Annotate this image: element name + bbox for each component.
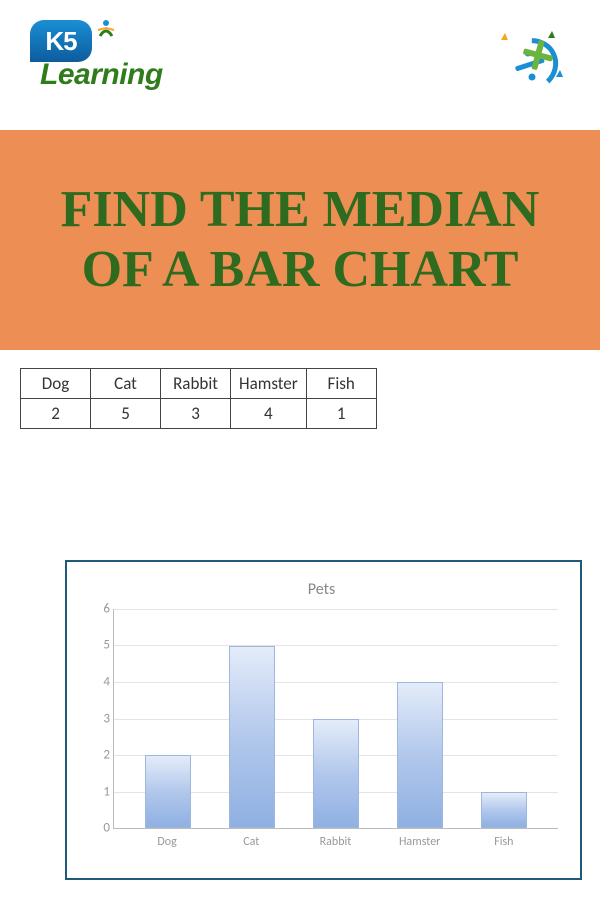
chart-title: Pets (85, 580, 558, 599)
table-value-cell: 1 (306, 398, 376, 428)
chart-bars (114, 609, 558, 828)
table-header-row: Dog Cat Rabbit Hamster Fish (21, 368, 377, 398)
chart-y-tick: 0 (92, 821, 110, 836)
table-value-row: 2 5 3 4 1 (21, 398, 377, 428)
person-icon (94, 18, 118, 42)
chart-bar (481, 792, 527, 828)
k5-badge: K5 (30, 20, 92, 62)
title-banner: FIND THE MEDIAN OF A BAR CHART (0, 130, 600, 350)
chart-x-label: Cat (228, 835, 274, 849)
chart-y-tick: 4 (92, 674, 110, 689)
table-value-cell: 5 (91, 398, 161, 428)
chart-y-tick: 3 (92, 711, 110, 726)
chart-x-label: Fish (481, 835, 527, 849)
chart-x-label: Rabbit (312, 835, 358, 849)
table-header-cell: Cat (91, 368, 161, 398)
chart-bar (229, 646, 275, 829)
data-table: Dog Cat Rabbit Hamster Fish 2 5 3 4 1 (20, 368, 377, 429)
chart-bar (145, 755, 191, 828)
table-header-cell: Hamster (231, 368, 307, 398)
header: K5 Learning (0, 0, 600, 130)
table-header-cell: Fish (306, 368, 376, 398)
table-value-cell: 4 (231, 398, 307, 428)
bar-chart: Pets 0123456 DogCatRabbitHamsterFish (65, 560, 582, 880)
k5-learning-logo: K5 Learning (30, 20, 210, 110)
chart-plot-area: 0123456 (113, 609, 558, 829)
math-operations-icon (490, 25, 570, 105)
chart-y-tick: 5 (92, 638, 110, 653)
chart-y-tick: 2 (92, 747, 110, 762)
learning-text: Learning (40, 58, 163, 92)
table-header-cell: Dog (21, 368, 91, 398)
table-value-cell: 2 (21, 398, 91, 428)
page-title: FIND THE MEDIAN OF A BAR CHART (30, 180, 570, 300)
table-value-cell: 3 (161, 398, 231, 428)
chart-bar (313, 719, 359, 829)
chart-x-label: Dog (144, 835, 190, 849)
chart-x-axis: Dog Cat Rabbit Hamster Fish (113, 829, 558, 849)
chart-y-tick: 1 (92, 784, 110, 799)
table-header-cell: Rabbit (161, 368, 231, 398)
chart-bar (397, 682, 443, 828)
chart-x-label: Hamster (397, 835, 443, 849)
chart-y-tick: 6 (92, 602, 110, 617)
